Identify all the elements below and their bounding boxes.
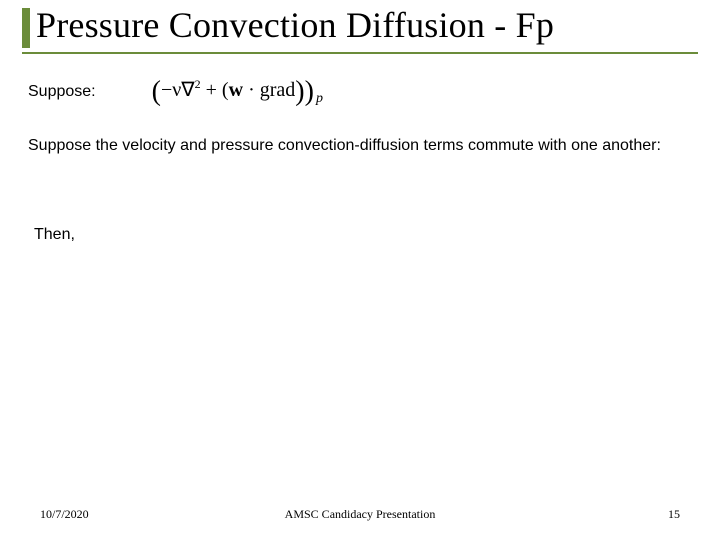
formula-grad: grad	[260, 79, 296, 101]
footer-center: AMSC Candidacy Presentation	[285, 507, 436, 522]
suppose-label: Suppose:	[28, 83, 96, 101]
content-area: Suppose: (−ν∇2 + (w · grad))p Suppose th…	[28, 76, 692, 244]
slide-title: Pressure Convection Diffusion - Fp	[36, 4, 554, 46]
formula-rparen: ))	[295, 76, 314, 107]
formula-dot: ·	[243, 79, 260, 101]
title-underline	[22, 52, 698, 54]
formula-lparen: (	[152, 76, 161, 107]
formula-nabla: ∇	[181, 79, 194, 101]
formula-plus: + (	[201, 79, 229, 101]
then-label: Then,	[34, 226, 692, 244]
formula-sub-p: p	[316, 91, 323, 106]
title-accent-bar	[22, 8, 30, 48]
formula-neg-nu: −ν	[161, 79, 181, 101]
formula: (−ν∇2 + (w · grad))p	[152, 76, 323, 108]
suppose-row: Suppose: (−ν∇2 + (w · grad))p	[28, 76, 692, 108]
footer-date: 10/7/2020	[40, 507, 89, 522]
footer-page-number: 15	[668, 507, 680, 522]
footer: 10/7/2020 AMSC Candidacy Presentation 15	[0, 507, 720, 522]
formula-w: w	[229, 79, 243, 101]
slide: Pressure Convection Diffusion - Fp Suppo…	[0, 0, 720, 540]
commute-paragraph: Suppose the velocity and pressure convec…	[28, 136, 668, 156]
